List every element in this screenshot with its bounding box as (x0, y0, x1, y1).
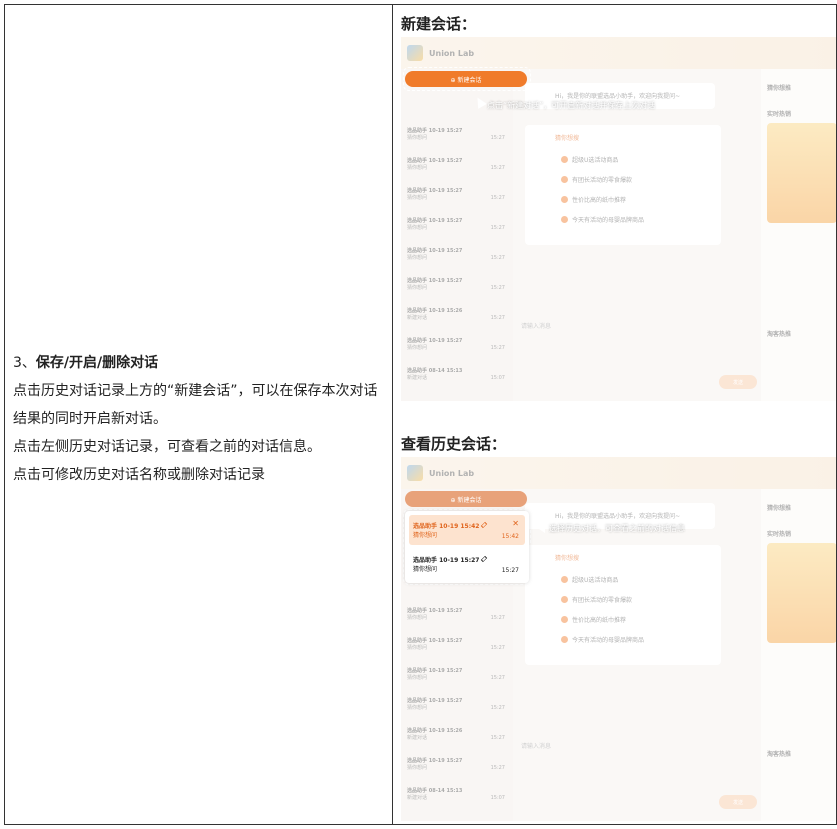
suggestion-dot-icon (561, 596, 568, 603)
left-cell: 3、保存/开启/删除对话 点击历史对话记录上方的“新建会话”，可以在保存本次对话… (5, 5, 393, 824)
screenshot-new-chat: Union Lab ⊕ 新建会话 点击“新建对话”，可开启新对话并保存上次对话 … (401, 37, 836, 401)
right-panel: 猜你想推 实时热销 淘客热推 (761, 489, 836, 821)
instruction-text: 3、保存/开启/删除对话 点击历史对话记录上方的“新建会话”，可以在保存本次对话… (13, 349, 387, 489)
history-item[interactable]: 选品助手 10-19 15:27 猜你想问 15:27 (407, 157, 509, 179)
instruction-heading: 3、保存/开启/删除对话 (13, 355, 159, 371)
right-panel: 猜你想推 实时热销 淘客热推 (761, 69, 836, 401)
suggestion-dot-icon (561, 176, 568, 183)
history-item[interactable]: 选品助手 10-19 15:26 新建对话 15:27 (407, 727, 509, 749)
close-icon[interactable]: ✕ (512, 519, 519, 528)
right-cell: 新建会话： Union Lab ⊕ 新建会话 点击“新建对话”，可开启新对话并保… (393, 5, 836, 824)
app-header: Union Lab (401, 457, 836, 489)
suggestion-item[interactable]: 有团长活动的零食爆款 (561, 595, 632, 604)
new-chat-button[interactable]: ⊕ 新建会话 (405, 71, 527, 87)
history-item[interactable]: 选品助手 10-19 15:27 猜你想问 15:27 (407, 277, 509, 299)
instruction-line-1: 点击历史对话记录上方的“新建会话”，可以在保存本次对话结果的同时开启新对话。 (13, 383, 378, 427)
history-item[interactable]: 选品助手 10-19 15:27 猜你想问 15:27 (407, 757, 509, 779)
product-card[interactable] (767, 543, 836, 643)
guess-bubble: 猜你想搜 (525, 545, 721, 665)
annotation-history: 选择历史对话，可查看之前的对话信息 (549, 524, 685, 533)
history-item[interactable]: 选品助手 10-19 15:27 猜你想问 15:27 (407, 667, 509, 689)
product-card[interactable] (767, 123, 836, 223)
send-button[interactable]: 发送 (719, 375, 757, 389)
screenshot-history: Union Lab ⊕ 新建会话 选品助手 10-19 15:42 猜你想问 ✕… (401, 457, 836, 821)
suggestion-item[interactable]: 超级U选活动商品 (561, 155, 618, 164)
edit-icon[interactable] (481, 555, 488, 563)
history-item[interactable]: 选品助手 10-19 15:27 猜你想问 15:27 (407, 217, 509, 239)
history-item[interactable]: 选品助手 10-19 15:27 猜你想问 15:27 (407, 697, 509, 719)
pointer-triangle-icon (539, 525, 545, 533)
guess-title: 猜你想搜 (555, 135, 580, 142)
history-item[interactable]: 选品助手 10-19 15:27 猜你想问 15:27 (407, 337, 509, 359)
suggestion-item[interactable]: 有团长活动的零食爆款 (561, 175, 632, 184)
send-button[interactable]: 发送 (719, 795, 757, 809)
app-name: Union Lab (429, 468, 475, 478)
guess-title: 猜你想搜 (555, 555, 580, 562)
suggestion-dot-icon (561, 616, 568, 623)
history-item[interactable]: 选品助手 10-19 15:27 猜你想问 15:27 (409, 549, 525, 579)
annotation-new-chat: 点击“新建对话”，可开启新对话并保存上次对话 (487, 101, 656, 110)
suggestion-item[interactable]: 性价比高的纸巾推荐 (561, 615, 626, 624)
instruction-line-3: 点击可修改历史对话名称或删除对话记录 (13, 467, 265, 483)
history-item[interactable]: 选品助手 10-19 15:27 猜你想问 15:27 (407, 127, 509, 149)
suggestion-item[interactable]: 超级U选活动商品 (561, 575, 618, 584)
suggestion-dot-icon (561, 576, 568, 583)
history-item[interactable]: 选品助手 10-19 15:27 猜你想问 15:27 (407, 607, 509, 629)
edit-icon[interactable] (481, 521, 488, 529)
history-popup: 选品助手 10-19 15:42 猜你想问 ✕ 15:42 选品助手 10-19… (405, 511, 529, 583)
section-title-new-chat: 新建会话： (401, 15, 477, 33)
history-item[interactable]: 选品助手 10-19 15:26 新建对话 15:27 (407, 307, 509, 329)
app-header: Union Lab (401, 37, 836, 69)
app-logo-icon (407, 465, 423, 481)
history-item[interactable]: 选品助手 08-14 15:13 新建对话 15:07 (407, 787, 509, 809)
suggestion-item[interactable]: 今天有活动的母婴品牌商品 (561, 215, 644, 224)
suggestion-dot-icon (561, 216, 568, 223)
new-chat-button[interactable]: ⊕ 新建会话 (405, 491, 527, 507)
history-item[interactable]: 选品助手 10-19 15:27 猜你想问 15:27 (407, 247, 509, 269)
history-item[interactable]: 选品助手 10-19 15:27 猜你想问 15:27 (407, 637, 509, 659)
app-logo-icon (407, 45, 423, 61)
suggestion-dot-icon (561, 156, 568, 163)
history-item[interactable]: 选品助手 10-19 15:27 猜你想问 15:27 (407, 187, 509, 209)
history-item[interactable]: 选品助手 08-14 15:13 新建对话 15:07 (407, 367, 509, 389)
instruction-line-2: 点击左侧历史对话记录，可查看之前的对话信息。 (13, 439, 321, 455)
message-input[interactable]: 请输入消息 (521, 741, 757, 750)
history-item-active[interactable]: 选品助手 10-19 15:42 猜你想问 ✕ 15:42 (409, 515, 525, 545)
section-title-history: 查看历史会话： (401, 435, 507, 453)
suggestion-item[interactable]: 今天有活动的母婴品牌商品 (561, 635, 644, 644)
guess-bubble: 猜你想搜 (525, 125, 721, 245)
suggestion-dot-icon (561, 196, 568, 203)
message-input[interactable]: 请输入消息 (521, 321, 757, 330)
suggestion-item[interactable]: 性价比高的纸巾推荐 (561, 195, 626, 204)
document-table: 3、保存/开启/删除对话 点击历史对话记录上方的“新建会话”，可以在保存本次对话… (4, 4, 837, 825)
app-name: Union Lab (429, 48, 475, 58)
suggestion-dot-icon (561, 636, 568, 643)
